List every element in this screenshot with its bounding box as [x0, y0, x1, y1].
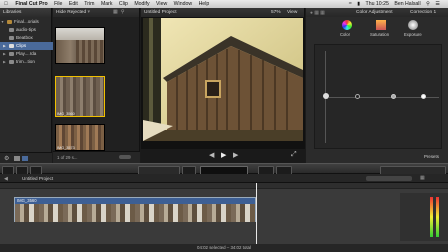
viewer-header: Untitled Project 57% View: [141, 8, 304, 17]
menu-view[interactable]: View: [156, 0, 167, 8]
libraries-title: Libraries: [0, 8, 51, 17]
event-item[interactable]: audio-tips: [0, 26, 59, 34]
clip-appearance-icon[interactable]: ▦: [113, 10, 118, 15]
timeline-clip-label: IMG_3560: [17, 198, 37, 203]
browser-tools: ▦ ⚲: [113, 8, 140, 17]
inspector-tabs-icon[interactable]: ● ▦ ▦: [310, 9, 325, 18]
video-frame: [143, 18, 303, 141]
wifi-icon[interactable]: ≈: [349, 0, 352, 8]
event-item[interactable]: Beatbox: [0, 34, 59, 42]
menu-app-name[interactable]: Final Cut Pro: [15, 0, 47, 8]
highlights-puck[interactable]: [421, 94, 426, 99]
inspector-title: Color Adjustment: [356, 10, 393, 15]
timeline-zoom-slider[interactable]: [366, 176, 412, 181]
event-item[interactable]: ▶ Play....rda: [0, 50, 54, 58]
menu-clock[interactable]: Thu 10:25: [366, 0, 389, 8]
library-icon: [7, 19, 12, 24]
event-item[interactable]: ▶ trim...tion: [0, 58, 54, 66]
tab-color[interactable]: Color: [340, 32, 350, 37]
saturation-icon[interactable]: [376, 20, 386, 30]
inspector-header: ● ▦ ▦ Color Adjustment Correction 1: [306, 8, 448, 17]
battery-icon[interactable]: ▮: [357, 0, 360, 8]
menu-trim[interactable]: Trim: [84, 0, 94, 8]
color-wheel-icon[interactable]: [342, 20, 352, 30]
browser-footer: 1 of 29 s...: [53, 151, 140, 163]
back-arrow-icon[interactable]: ◀: [4, 176, 8, 182]
timeline-toolbar: [0, 163, 448, 175]
master-puck[interactable]: [323, 93, 329, 99]
disclosure-triangle-icon[interactable]: ▼: [0, 18, 5, 26]
timeline-project-name: Untitled Project: [22, 176, 54, 181]
viewer: Untitled Project 57% View ◀ ▶ ▶ ⤢: [141, 8, 305, 163]
next-frame-icon[interactable]: ▶: [233, 151, 238, 159]
notifications-icon[interactable]: ☰: [435, 0, 440, 8]
audio-meters: [400, 193, 448, 241]
exposure-icon[interactable]: [408, 20, 418, 30]
clip-thumbnail[interactable]: [55, 27, 105, 64]
audio-meter-right: [436, 197, 439, 237]
filmstrip-view-icon[interactable]: [14, 156, 20, 161]
menu-window[interactable]: Window: [174, 0, 192, 8]
shadows-puck[interactable]: [355, 94, 360, 99]
menu-clip[interactable]: Clip: [119, 0, 128, 8]
libraries-pane: Libraries ▼ Final...orials audio-tips Bea…: [0, 8, 54, 163]
timeline[interactable]: IMG_3560: [0, 183, 448, 244]
correction-menu[interactable]: Correction 1: [410, 8, 436, 17]
presets-menu[interactable]: Presets: [424, 154, 439, 159]
timeline-ruler[interactable]: [0, 183, 448, 189]
menu-bar:  Final Cut Pro File Edit Trim Mark Clip…: [0, 0, 448, 8]
clip-thumbnail[interactable]: IMG_3573: [55, 124, 105, 151]
menu-file[interactable]: File: [54, 0, 62, 8]
color-board-tabs: Color Saturation Exposure: [328, 18, 440, 40]
event-star-icon: [9, 35, 14, 40]
viewer-controls: ◀ ▶ ▶ ⤢: [141, 149, 305, 163]
tab-exposure[interactable]: Exposure: [404, 32, 422, 37]
clip-barn-area: [76, 40, 104, 63]
menu-help[interactable]: Help: [199, 0, 210, 8]
apple-menu-icon[interactable]: : [4, 0, 8, 8]
disclosure-triangle-icon[interactable]: ▶: [2, 50, 7, 58]
disclosure-triangle-icon[interactable]: ▶: [2, 42, 7, 50]
gear-icon[interactable]: ⚙: [4, 155, 9, 162]
event-star-icon: [9, 59, 14, 64]
event-star-icon: [9, 51, 14, 56]
clip-label: IMG_3573: [57, 146, 75, 150]
libraries-footer: ⚙: [0, 152, 52, 163]
color-inspector: ● ▦ ▦ Color Adjustment Correction 1 Colo…: [306, 8, 448, 163]
viewer-project-name: Untitled Project: [144, 10, 177, 15]
previous-frame-icon[interactable]: ◀: [209, 151, 214, 159]
clip-label: IMG_3560: [57, 112, 75, 116]
search-icon[interactable]: ⚲: [121, 10, 125, 15]
timeline-header: ◀ Untitled Project ▦: [0, 174, 448, 183]
midtones-puck[interactable]: [391, 94, 396, 99]
event-star-icon: [9, 43, 14, 48]
library-item[interactable]: ▼ Final...orials: [0, 18, 52, 26]
tab-saturation[interactable]: Saturation: [370, 32, 389, 37]
clip-snow-area: [56, 28, 104, 40]
clip-appearance-icon[interactable]: ▦: [420, 175, 425, 181]
browser-clip-count: 1 of 29 s...: [57, 155, 78, 160]
timeline-clip[interactable]: IMG_3560: [14, 197, 256, 222]
clip-thumbnail-selected[interactable]: IMG_3560: [55, 76, 105, 117]
event-item-selected[interactable]: ▶ Clips: [0, 42, 54, 50]
spotlight-icon[interactable]: ⚲: [426, 0, 430, 8]
event-star-icon: [9, 27, 14, 32]
viewer-view-menu[interactable]: View: [287, 8, 297, 17]
timeline-status: 04:02 selected – 34:02 total: [0, 244, 448, 252]
play-button-icon[interactable]: ▶: [221, 151, 226, 159]
list-view-icon[interactable]: [22, 156, 28, 161]
disclosure-triangle-icon[interactable]: ▶: [2, 58, 7, 66]
timeline-filmstrip: [15, 204, 255, 222]
color-board[interactable]: [314, 44, 442, 149]
playhead[interactable]: [256, 183, 257, 244]
menu-edit[interactable]: Edit: [69, 0, 78, 8]
viewer-zoom[interactable]: 57%: [271, 8, 281, 17]
audio-meter-left: [430, 197, 433, 237]
menu-mark[interactable]: Mark: [101, 0, 113, 8]
clip-zoom-slider[interactable]: [119, 155, 131, 159]
menu-user[interactable]: Ben Halsall: [394, 0, 420, 8]
video-image: [143, 18, 303, 141]
fullscreen-icon[interactable]: ⤢: [291, 151, 297, 159]
menu-modify[interactable]: Modify: [134, 0, 149, 8]
